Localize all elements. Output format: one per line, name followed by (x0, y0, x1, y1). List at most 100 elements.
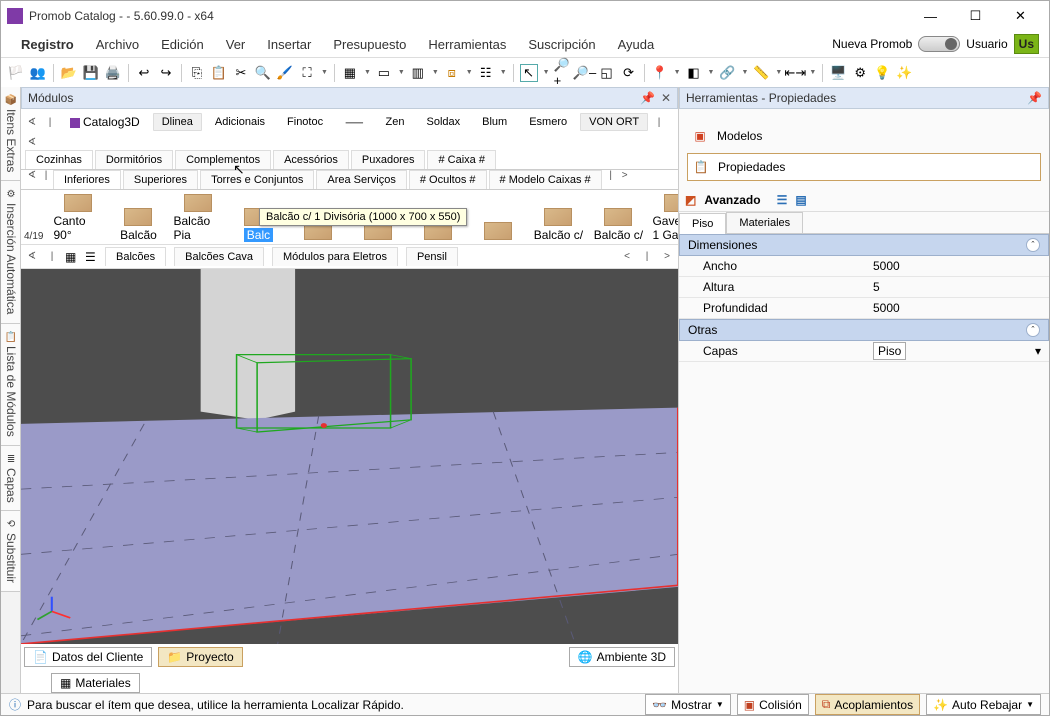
tool-cut-icon[interactable]: ✂ (232, 64, 250, 82)
tab-ambiente[interactable]: 🌐Ambiente 3D (569, 647, 675, 667)
row-prof[interactable]: Profundidad5000 (679, 298, 1049, 319)
side-tab-capas[interactable]: ≣Capas (1, 446, 20, 512)
close-panel-icon[interactable]: ✕ (661, 91, 671, 105)
nav-soldax[interactable]: Soldax (418, 113, 470, 131)
tab-modelo[interactable]: # Modelo Caixas # (489, 170, 602, 189)
zoom-in-icon[interactable]: 🔎+ (554, 64, 572, 82)
sub2-right1[interactable]: < (620, 251, 634, 262)
nav-zen[interactable]: Zen (377, 113, 414, 131)
row-capas[interactable]: Capas Piso ▾ (679, 341, 1049, 362)
redo-icon[interactable]: ↪ (157, 64, 175, 82)
nav-adicionais[interactable]: Adicionais (206, 113, 274, 131)
nav-blum[interactable]: Blum (473, 113, 516, 131)
tool-people-icon[interactable]: 👥 (29, 64, 47, 82)
tab-superiores[interactable]: Superiores (123, 170, 198, 189)
panel-icon[interactable]: ▭ (375, 64, 393, 82)
menu-suscripcion[interactable]: Suscripción (518, 33, 605, 56)
pin-icon[interactable]: 📌 (640, 91, 655, 105)
thumb-item[interactable] (473, 222, 523, 242)
light-icon[interactable]: 💡 (873, 64, 891, 82)
tab-torres[interactable]: Torres e Conjuntos (200, 170, 314, 189)
link-icon[interactable]: 🔗 (718, 64, 736, 82)
tool-fit-icon[interactable]: ⛶ (298, 64, 316, 82)
prop-tab-piso[interactable]: Piso (679, 213, 726, 234)
collapse-icon[interactable]: ˆ (1026, 238, 1040, 252)
tab-proyecto[interactable]: 📁Proyecto (158, 647, 242, 667)
thumb-item[interactable]: Balcão (113, 208, 163, 242)
thumb-item[interactable]: Balcão c/ (593, 208, 643, 242)
viewport-3d[interactable] (21, 269, 678, 644)
tab-complementos[interactable]: Complementos (175, 150, 271, 169)
nav-dlinea[interactable]: Dlinea (153, 113, 202, 131)
row-ancho[interactable]: Ancho5000 (679, 256, 1049, 277)
thumb-item[interactable]: Balcão Pia (173, 194, 223, 242)
thumb-item[interactable]: Balcão c/ (533, 208, 583, 242)
side-tab-auto[interactable]: ⚙Inserción Automática (1, 181, 20, 323)
subnav-right[interactable]: > (618, 170, 632, 189)
thumb-item[interactable]: Gaveteiro 1 Gavet (653, 194, 678, 242)
tool-flag-icon[interactable]: 🏳️ (7, 64, 25, 82)
row-avanzado[interactable]: ◩ Avanzado ☰ ▤ (679, 189, 1049, 212)
btn-acoplamientos[interactable]: ⧉Acoplamientos (815, 694, 920, 715)
tab-acessorios[interactable]: Acessórios (273, 150, 349, 169)
tab-cozinhas[interactable]: Cozinhas (25, 150, 93, 169)
minimize-button[interactable]: — (908, 2, 953, 30)
columns-icon[interactable]: ☷ (477, 64, 495, 82)
tab-ocultos[interactable]: # Ocultos # (409, 170, 487, 189)
side-tab-itens[interactable]: 📦Itens Extras (1, 87, 20, 181)
wand-icon[interactable]: ✨ (895, 64, 913, 82)
tab-inferiores[interactable]: Inferiores (53, 170, 121, 189)
thumb-item[interactable]: Canto 90° (53, 194, 103, 242)
btn-mostrar[interactable]: 👓Mostrar▼ (645, 694, 731, 715)
color-sample-icon[interactable]: ◧ (685, 64, 703, 82)
render-icon[interactable]: 🖥️ (829, 64, 847, 82)
nueva-promob-toggle[interactable] (918, 36, 960, 52)
sub2-balcoes[interactable]: Balcões (105, 247, 166, 266)
row-propiedades[interactable]: 📋 Propiedades (687, 153, 1041, 181)
tool-print-icon[interactable]: 🖨️ (104, 64, 122, 82)
location-icon[interactable]: 📍 (651, 64, 669, 82)
tab-area[interactable]: Area Serviços (316, 170, 406, 189)
capas-select[interactable]: Piso ▾ (873, 342, 906, 360)
group-otras[interactable]: Otras ˆ (679, 319, 1049, 341)
dimension-icon[interactable]: ⇤⇥ (786, 64, 804, 82)
close-button[interactable]: ✕ (998, 2, 1043, 30)
tool-paste-icon[interactable]: 📋 (210, 64, 228, 82)
menu-ver[interactable]: Ver (216, 33, 256, 56)
box-config-icon[interactable]: ▦ (341, 64, 359, 82)
sub2-right2[interactable]: > (660, 251, 674, 262)
nav-esmero[interactable]: Esmero (520, 113, 576, 131)
search-icon[interactable]: 🔍 (254, 64, 272, 82)
row-modelos[interactable]: ▣ Modelos (687, 125, 1041, 147)
tab-puxadores[interactable]: Puxadores (351, 150, 426, 169)
zoom-out-icon[interactable]: 🔎– (576, 64, 594, 82)
nav-left[interactable]: ∢ (25, 117, 39, 128)
menu-presupuesto[interactable]: Presupuesto (323, 33, 416, 56)
collapse-icon[interactable]: ˆ (1026, 323, 1040, 337)
menu-edicion[interactable]: Edición (151, 33, 214, 56)
menu-ayuda[interactable]: Ayuda (608, 33, 665, 56)
sub2-pensil[interactable]: Pensil (406, 247, 458, 266)
builder-icon[interactable]: ⧈ (443, 64, 461, 82)
prop-tab-materiales[interactable]: Materiales (726, 212, 803, 233)
view-icon-1[interactable]: ☰ (777, 193, 788, 207)
nav-right[interactable]: ∢ (25, 137, 39, 148)
menu-archivo[interactable]: Archivo (86, 33, 149, 56)
cursor-icon[interactable]: ↖ (520, 64, 538, 82)
btn-colision[interactable]: ▣Colisión (737, 694, 809, 715)
row-altura[interactable]: Altura5 (679, 277, 1049, 298)
gear-icon[interactable]: ⚙ (851, 64, 869, 82)
sub2-left[interactable]: ∢ (25, 251, 39, 262)
grid-view-icon[interactable]: ▦ (65, 250, 79, 264)
tool-copy-icon[interactable]: ⎘ (188, 64, 206, 82)
sub2-cava[interactable]: Balcões Cava (174, 247, 264, 266)
pin-icon[interactable]: 📌 (1027, 91, 1042, 105)
zoom-region-icon[interactable]: ◱ (598, 64, 616, 82)
orbit-icon[interactable]: ⟳ (620, 64, 638, 82)
side-tab-lista[interactable]: 📋Lista de Módulos (1, 324, 20, 446)
undo-icon[interactable]: ↩ (135, 64, 153, 82)
tab-materiales-bottom[interactable]: ▦Materiales (51, 673, 140, 693)
nav-vonort[interactable]: VON ORT (580, 113, 648, 131)
maximize-button[interactable]: ☐ (953, 2, 998, 30)
sub2-eletros[interactable]: Módulos para Eletros (272, 247, 398, 266)
